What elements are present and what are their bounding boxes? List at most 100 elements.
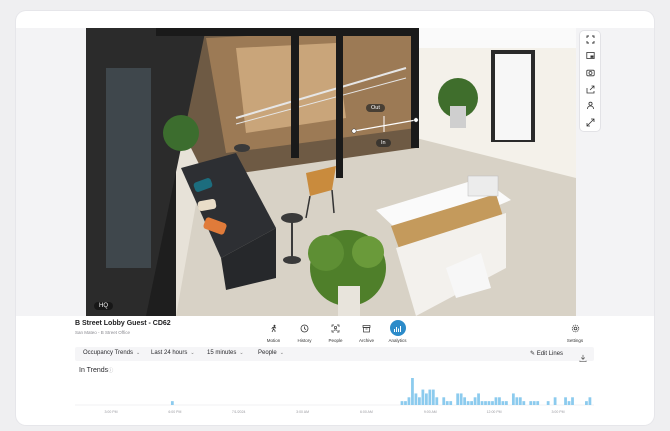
chart-bar[interactable] <box>564 397 567 405</box>
analytics-filter-bar: Occupancy Trends ⌄ Last 24 hours ⌄ 15 minu… <box>75 347 594 362</box>
people-icon <box>328 320 344 336</box>
object-type-dropdown[interactable]: People ⌄ <box>258 350 284 356</box>
chart-bar[interactable] <box>480 401 484 405</box>
chart-bar[interactable] <box>445 401 449 405</box>
camera-title: B Street Lobby Guest - CD62 <box>75 320 171 327</box>
history-icon <box>297 320 313 336</box>
nav-history-label: History <box>297 338 312 343</box>
person-detect-icon[interactable] <box>584 100 596 112</box>
video-area: Out In HQ <box>16 28 654 316</box>
nav-archive[interactable]: Archive <box>351 320 382 343</box>
chart-bar[interactable] <box>463 397 467 405</box>
chart-bar[interactable] <box>421 389 425 405</box>
zone-out-label[interactable]: Out <box>366 104 385 112</box>
x-tick-label: 6:00 PM <box>168 410 181 414</box>
chart-bar[interactable] <box>501 401 505 405</box>
x-tick-label: 3:00 PM <box>104 410 117 414</box>
chart-bar[interactable] <box>567 401 571 405</box>
chart-bar[interactable] <box>511 393 515 405</box>
chart-bar[interactable] <box>435 397 439 405</box>
chart-bar[interactable] <box>473 397 477 405</box>
chart-bar[interactable] <box>487 401 491 405</box>
info-icon[interactable]: ⓘ <box>108 368 113 374</box>
nav-analytics[interactable]: Analytics <box>382 320 413 343</box>
nav-analytics-label: Analytics <box>388 338 407 343</box>
in-trends-chart-svg: 3:00 PM 6:00 PM 7/1/2024 3:00 AM 6:00 AM 9:00… <box>75 378 594 414</box>
chart-bar[interactable] <box>170 401 174 405</box>
chart-bar[interactable] <box>491 401 494 405</box>
chevron-down-icon: ⌄ <box>279 350 284 356</box>
chart-bar[interactable] <box>424 393 428 405</box>
camera-location: San Mateo - B Street Office <box>75 330 130 335</box>
zone-in-label[interactable]: In <box>376 139 391 147</box>
chart-bar[interactable] <box>588 397 592 405</box>
picture-in-picture-icon[interactable] <box>584 50 596 62</box>
nav-motion[interactable]: Motion <box>258 320 289 343</box>
share-icon[interactable] <box>584 83 596 95</box>
chart-bar[interactable] <box>529 401 533 405</box>
chart-bar[interactable] <box>498 397 501 405</box>
in-trends-chart: 3:00 PM 6:00 PM 7/1/2024 3:00 AM 6:00 AM 9:00… <box>75 377 594 415</box>
x-tick-label: 3:00 AM <box>296 410 309 414</box>
nav-people[interactable]: People <box>320 320 351 343</box>
chart-bar[interactable] <box>414 393 418 405</box>
chart-bar[interactable] <box>411 378 414 405</box>
trend-type-value: Occupancy Trends <box>83 350 134 356</box>
chart-bar[interactable] <box>431 389 435 405</box>
chart-bar[interactable] <box>442 397 446 405</box>
chart-bar[interactable] <box>536 401 540 405</box>
x-tick-label: 12:00 PM <box>487 410 502 414</box>
trend-type-dropdown[interactable]: Occupancy Trends ⌄ <box>83 350 140 356</box>
chart-bar[interactable] <box>532 401 536 405</box>
chart-bar[interactable] <box>484 401 487 405</box>
chart-bar[interactable] <box>553 397 557 405</box>
object-type-value: People <box>258 350 277 356</box>
nav-motion-label: Motion <box>266 338 281 343</box>
chart-bar[interactable] <box>494 397 498 405</box>
chart-bar[interactable] <box>466 401 470 405</box>
download-icon[interactable] <box>579 349 589 362</box>
chart-bar[interactable] <box>522 401 526 405</box>
analytics-icon <box>389 320 406 336</box>
chevron-down-icon: ⌄ <box>239 350 244 356</box>
camera-snapshot-icon[interactable] <box>584 67 596 79</box>
chart-bar[interactable] <box>571 397 574 405</box>
x-tick-label: 6:00 AM <box>360 410 373 414</box>
chart-bar[interactable] <box>456 393 460 405</box>
gear-icon <box>567 320 583 336</box>
section-title: In Trendsⓘ <box>79 367 113 374</box>
x-tick-label: 7/1/2024 <box>232 410 246 414</box>
camera-nav: Motion History People Archive Analytics <box>258 320 413 343</box>
chart-bar[interactable] <box>477 393 480 405</box>
chart-bar[interactable] <box>418 397 421 405</box>
edit-lines-label: Edit Lines <box>536 351 564 357</box>
chart-bar[interactable] <box>518 397 522 405</box>
fullscreen-icon[interactable] <box>584 33 596 45</box>
chart-bar[interactable] <box>546 401 550 405</box>
pencil-icon: ✎ <box>530 351 537 357</box>
chart-bar[interactable] <box>459 393 463 405</box>
chart-bar[interactable] <box>515 397 519 405</box>
chart-bar[interactable] <box>505 401 508 405</box>
chart-bar[interactable] <box>428 389 432 405</box>
interval-dropdown[interactable]: 15 minutes ⌄ <box>207 350 244 356</box>
chart-bar[interactable] <box>400 401 404 405</box>
chevron-down-icon: ⌄ <box>190 350 195 356</box>
chart-bar[interactable] <box>470 401 473 405</box>
chart-bar[interactable] <box>404 401 407 405</box>
settings-button[interactable]: Settings <box>563 320 587 343</box>
x-tick-label: 3:00 PM <box>551 410 564 414</box>
nav-history[interactable]: History <box>289 320 320 343</box>
quality-badge[interactable]: HQ <box>94 302 113 310</box>
chart-bar[interactable] <box>449 401 453 405</box>
resize-diagonal-icon[interactable] <box>584 117 596 129</box>
camera-video-feed[interactable]: Out In HQ <box>86 28 576 316</box>
video-side-toolbar <box>580 31 600 131</box>
edit-lines-button[interactable]: ✎ Edit Lines <box>530 350 563 357</box>
time-range-dropdown[interactable]: Last 24 hours ⌄ <box>151 350 195 356</box>
time-range-value: Last 24 hours <box>151 350 188 356</box>
chart-bar[interactable] <box>407 397 411 405</box>
section-title-text: In Trends <box>79 367 109 374</box>
chart-bar[interactable] <box>585 401 588 405</box>
camera-card: Out In HQ B Street Lobby Guest - CD62 Sa… <box>16 11 654 425</box>
